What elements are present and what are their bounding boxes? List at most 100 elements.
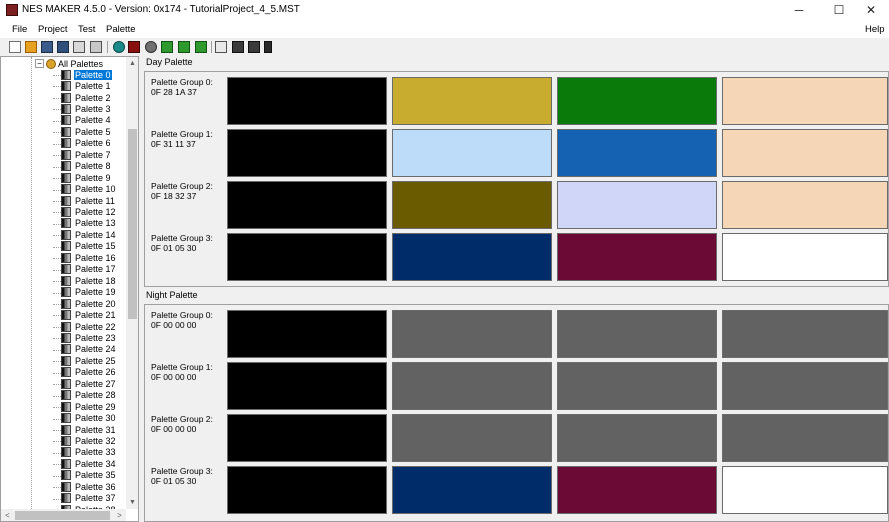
scroll-thumb[interactable] <box>128 129 137 319</box>
color-swatch[interactable] <box>557 77 717 125</box>
close-button[interactable]: ✕ <box>853 0 889 21</box>
save-as-icon[interactable] <box>57 41 69 53</box>
open-icon[interactable] <box>25 41 37 53</box>
tree-vertical-scrollbar[interactable]: ▲ ▼ <box>126 57 138 509</box>
frog-icon[interactable] <box>161 41 173 53</box>
export-icon[interactable] <box>73 41 85 53</box>
tree-item-palette[interactable]: Palette 10 <box>61 184 117 196</box>
tree-item-palette[interactable]: Palette 12 <box>61 206 117 218</box>
scroll-thumb[interactable] <box>15 511 110 520</box>
tree-item-palette[interactable]: Palette 28 <box>61 390 117 402</box>
save-icon[interactable] <box>41 41 53 53</box>
tree-item-palette[interactable]: Palette 32 <box>61 435 117 447</box>
tree-item-palette[interactable]: Palette 4 <box>61 115 112 127</box>
menu-test[interactable]: Test <box>78 24 95 35</box>
frog-run-icon[interactable] <box>195 41 207 53</box>
tree-item-palette[interactable]: Palette 9 <box>61 172 112 184</box>
color-swatch[interactable] <box>227 77 387 125</box>
scroll-left-icon[interactable]: < <box>1 509 14 521</box>
tree-item-palette[interactable]: Palette 36 <box>61 481 117 493</box>
color-swatch[interactable] <box>557 414 717 462</box>
tree-horizontal-scrollbar[interactable]: < > <box>1 509 126 521</box>
tree-item-palette[interactable]: Palette 29 <box>61 401 117 413</box>
tree-item-palette[interactable]: Palette 20 <box>61 298 117 310</box>
tree-item-palette[interactable]: Palette 22 <box>61 321 117 333</box>
color-swatch[interactable] <box>392 466 552 514</box>
tree-item-palette[interactable]: Palette 17 <box>61 264 117 276</box>
menu-help[interactable]: Help <box>865 24 885 35</box>
color-swatch[interactable] <box>392 414 552 462</box>
color-swatch[interactable] <box>227 129 387 177</box>
color-swatch[interactable] <box>227 414 387 462</box>
tree-item-palette[interactable]: Palette 2 <box>61 92 112 104</box>
new-icon[interactable] <box>9 41 21 53</box>
tree-item-palette[interactable]: Palette 3 <box>61 103 112 115</box>
tree-item-palette[interactable]: Palette 8 <box>61 161 112 173</box>
scroll-up-icon[interactable]: ▲ <box>126 57 138 70</box>
color-swatch[interactable] <box>227 362 387 410</box>
tree-item-palette[interactable]: Palette 1 <box>61 80 112 92</box>
tree-item-palette[interactable]: Palette 0 <box>61 68 113 81</box>
tree-item-palette[interactable]: Palette 13 <box>61 218 117 230</box>
menu-project[interactable]: Project <box>38 24 68 35</box>
screen-icon[interactable] <box>232 41 244 53</box>
color-swatch[interactable] <box>392 310 552 358</box>
color-swatch[interactable] <box>557 181 717 229</box>
color-swatch[interactable] <box>557 362 717 410</box>
frog-alt-icon[interactable] <box>178 41 190 53</box>
minimize-button[interactable]: ─ <box>781 0 817 21</box>
color-swatch[interactable] <box>392 181 552 229</box>
color-swatch[interactable] <box>557 466 717 514</box>
film-icon[interactable] <box>128 41 140 53</box>
tree-item-palette[interactable]: Palette 23 <box>61 332 117 344</box>
tree-item-palette[interactable]: Palette 16 <box>61 252 117 264</box>
scroll-right-icon[interactable]: > <box>113 509 126 521</box>
collapse-toggle[interactable]: − <box>35 59 44 69</box>
color-swatch[interactable] <box>227 233 387 281</box>
monitor-icon[interactable] <box>215 41 227 53</box>
color-swatch[interactable] <box>722 233 888 281</box>
tree-item-palette[interactable]: Palette 35 <box>61 470 117 482</box>
tree-item-palette[interactable]: Palette 6 <box>61 138 112 150</box>
gear-icon[interactable] <box>145 41 157 53</box>
print-icon[interactable] <box>90 41 102 53</box>
tree-item-palette[interactable]: Palette 14 <box>61 229 117 241</box>
maximize-button[interactable]: ☐ <box>821 0 857 21</box>
menu-file[interactable]: File <box>12 24 27 35</box>
tree-item-palette[interactable]: Palette 31 <box>61 424 117 436</box>
phone-icon[interactable] <box>264 41 272 53</box>
color-swatch[interactable] <box>227 310 387 358</box>
color-swatch[interactable] <box>557 129 717 177</box>
color-swatch[interactable] <box>557 233 717 281</box>
color-swatch[interactable] <box>392 233 552 281</box>
color-swatch[interactable] <box>227 466 387 514</box>
display-icon[interactable] <box>248 41 260 53</box>
color-swatch[interactable] <box>227 181 387 229</box>
tree-item-palette[interactable]: Palette 27 <box>61 378 117 390</box>
tree-item-palette[interactable]: Palette 15 <box>61 241 117 253</box>
color-swatch[interactable] <box>722 129 888 177</box>
color-swatch[interactable] <box>392 129 552 177</box>
tree-item-palette[interactable]: Palette 5 <box>61 126 112 138</box>
scroll-down-icon[interactable]: ▼ <box>126 496 138 509</box>
color-swatch[interactable] <box>722 414 888 462</box>
tree-item-palette[interactable]: Palette 21 <box>61 309 117 321</box>
color-swatch[interactable] <box>722 466 888 514</box>
color-swatch[interactable] <box>722 362 888 410</box>
tree-item-palette[interactable]: Palette 25 <box>61 355 117 367</box>
tree-item-palette[interactable]: Palette 7 <box>61 149 112 161</box>
tree-item-palette[interactable]: Palette 26 <box>61 367 117 379</box>
tree-item-palette[interactable]: Palette 34 <box>61 458 117 470</box>
globe-icon[interactable] <box>113 41 125 53</box>
color-swatch[interactable] <box>557 310 717 358</box>
tree-item-palette[interactable]: Palette 19 <box>61 287 117 299</box>
tree-item-palette[interactable]: Palette 18 <box>61 275 117 287</box>
tree-item-palette[interactable]: Palette 24 <box>61 344 117 356</box>
tree-item-palette[interactable]: Palette 30 <box>61 413 117 425</box>
color-swatch[interactable] <box>722 310 888 358</box>
color-swatch[interactable] <box>722 77 888 125</box>
color-swatch[interactable] <box>392 77 552 125</box>
color-swatch[interactable] <box>722 181 888 229</box>
color-swatch[interactable] <box>392 362 552 410</box>
tree-item-palette[interactable]: Palette 37 <box>61 493 117 505</box>
